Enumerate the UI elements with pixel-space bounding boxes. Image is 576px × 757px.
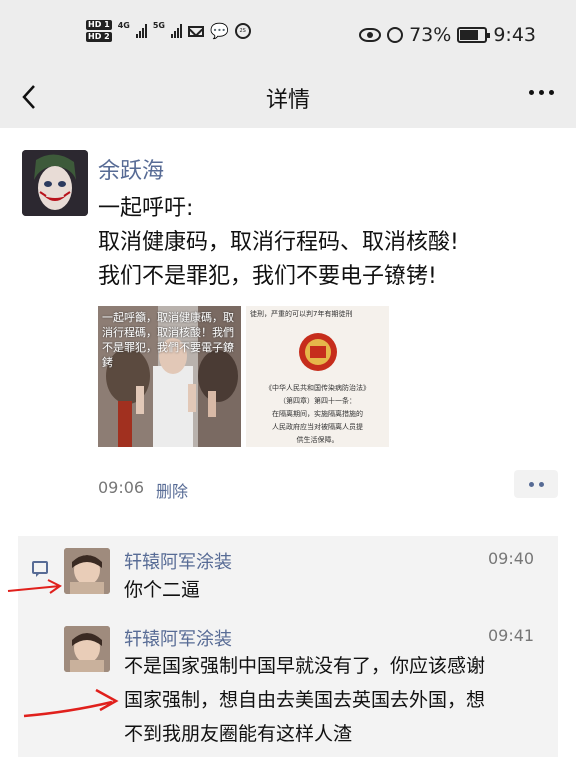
comment-text: 你个二逼	[124, 579, 201, 601]
hd1-badge: HD 1	[86, 20, 112, 30]
law-line: （第四章）第四十一条：	[279, 397, 356, 405]
comment-text: 不是国家强制中国早就没有了，你应该感谢 国家强制，想自由去美国去英国去外国，想 不到…	[124, 649, 554, 751]
comment-time: 09:41	[488, 626, 535, 645]
commenter-avatar[interactable]	[64, 548, 110, 594]
comment-line: 国家强制，想自由去美国去英国去外国，想	[124, 689, 486, 711]
commenter-avatar[interactable]	[64, 626, 110, 672]
network-type-2: 5G	[152, 20, 165, 30]
image-overlay-text: 一起呼籲，取消健康碼，取消行程碼，取消核酸！我們不是罪犯，我們不要電子鐐銬	[102, 311, 234, 369]
hd2-badge: HD 2	[86, 32, 112, 42]
law-line: 人民政府应当对被隔离人员提	[272, 423, 363, 431]
post-text: 一起呼吁: 取消健康码，取消行程码、取消核酸! 我们不是罪犯，我们不要电子镣铐!	[98, 192, 459, 294]
status-left-icons: HD 1 HD 2 4G 5G 💬 2S	[86, 20, 251, 42]
post-line: 一起呼吁:	[98, 196, 194, 221]
comment-icon	[32, 561, 48, 577]
post-line: 取消健康码，取消行程码、取消核酸!	[98, 230, 459, 255]
notification-badge-icon: 2S	[234, 23, 251, 39]
signal-icon-1	[135, 24, 147, 38]
post-image-law[interactable]: 徒刑，严重的可以判7年有期徒刑 《中华人民共和国传染病防治法》 （第四章）第四十…	[246, 306, 389, 447]
like-comment-button[interactable]	[514, 470, 558, 498]
mail-icon	[187, 25, 204, 37]
post-line: 我们不是罪犯，我们不要电子镣铐!	[98, 264, 437, 289]
post-time: 09:06	[98, 478, 145, 497]
law-line: 《中华人民共和国传染病防治法》	[265, 384, 370, 392]
comment-line: 不是国家强制中国早就没有了，你应该感谢	[124, 655, 486, 677]
author-avatar[interactable]	[22, 150, 88, 216]
comment-time: 09:40	[488, 549, 535, 568]
battery-icon	[457, 27, 491, 43]
law-line: 在隔离期间，实施隔离措施的	[272, 410, 363, 418]
wechat-icon: 💬	[209, 22, 229, 40]
status-bar: HD 1 HD 2 4G 5G 💬 2S 73% 9:43	[0, 0, 576, 70]
status-right-icons: 73% 9:43	[359, 24, 536, 46]
law-text: 《中华人民共和国传染病防治法》 （第四章）第四十一条： 在隔离期间，实施隔离措施…	[252, 382, 383, 447]
page-title: 详情	[265, 88, 310, 113]
signal-icon-2	[170, 24, 182, 38]
comment-line: 不到我朋友圈能有这样人渣	[124, 723, 353, 745]
nav-bar: 详情	[0, 70, 576, 128]
commenter-name[interactable]: 轩辕阿军涂装	[124, 548, 232, 574]
author-name[interactable]: 余跃海	[98, 153, 164, 185]
more-dots-icon[interactable]	[529, 90, 554, 95]
alarm-icon	[387, 27, 404, 43]
commenter-name[interactable]: 轩辕阿军涂装	[124, 625, 232, 651]
delete-link[interactable]: 删除	[156, 478, 188, 502]
battery-percent: 73%	[409, 24, 452, 46]
hd-indicators: HD 1 HD 2	[86, 20, 112, 42]
eye-comfort-icon	[359, 28, 382, 42]
law-line: 供生活保障。	[296, 436, 339, 444]
post-image-protest[interactable]: 一起呼籲，取消健康碼，取消行程碼，取消核酸！我們不是罪犯，我們不要電子鐐銬	[98, 306, 241, 447]
network-type-1: 4G	[117, 20, 130, 30]
clock: 9:43	[493, 24, 536, 46]
